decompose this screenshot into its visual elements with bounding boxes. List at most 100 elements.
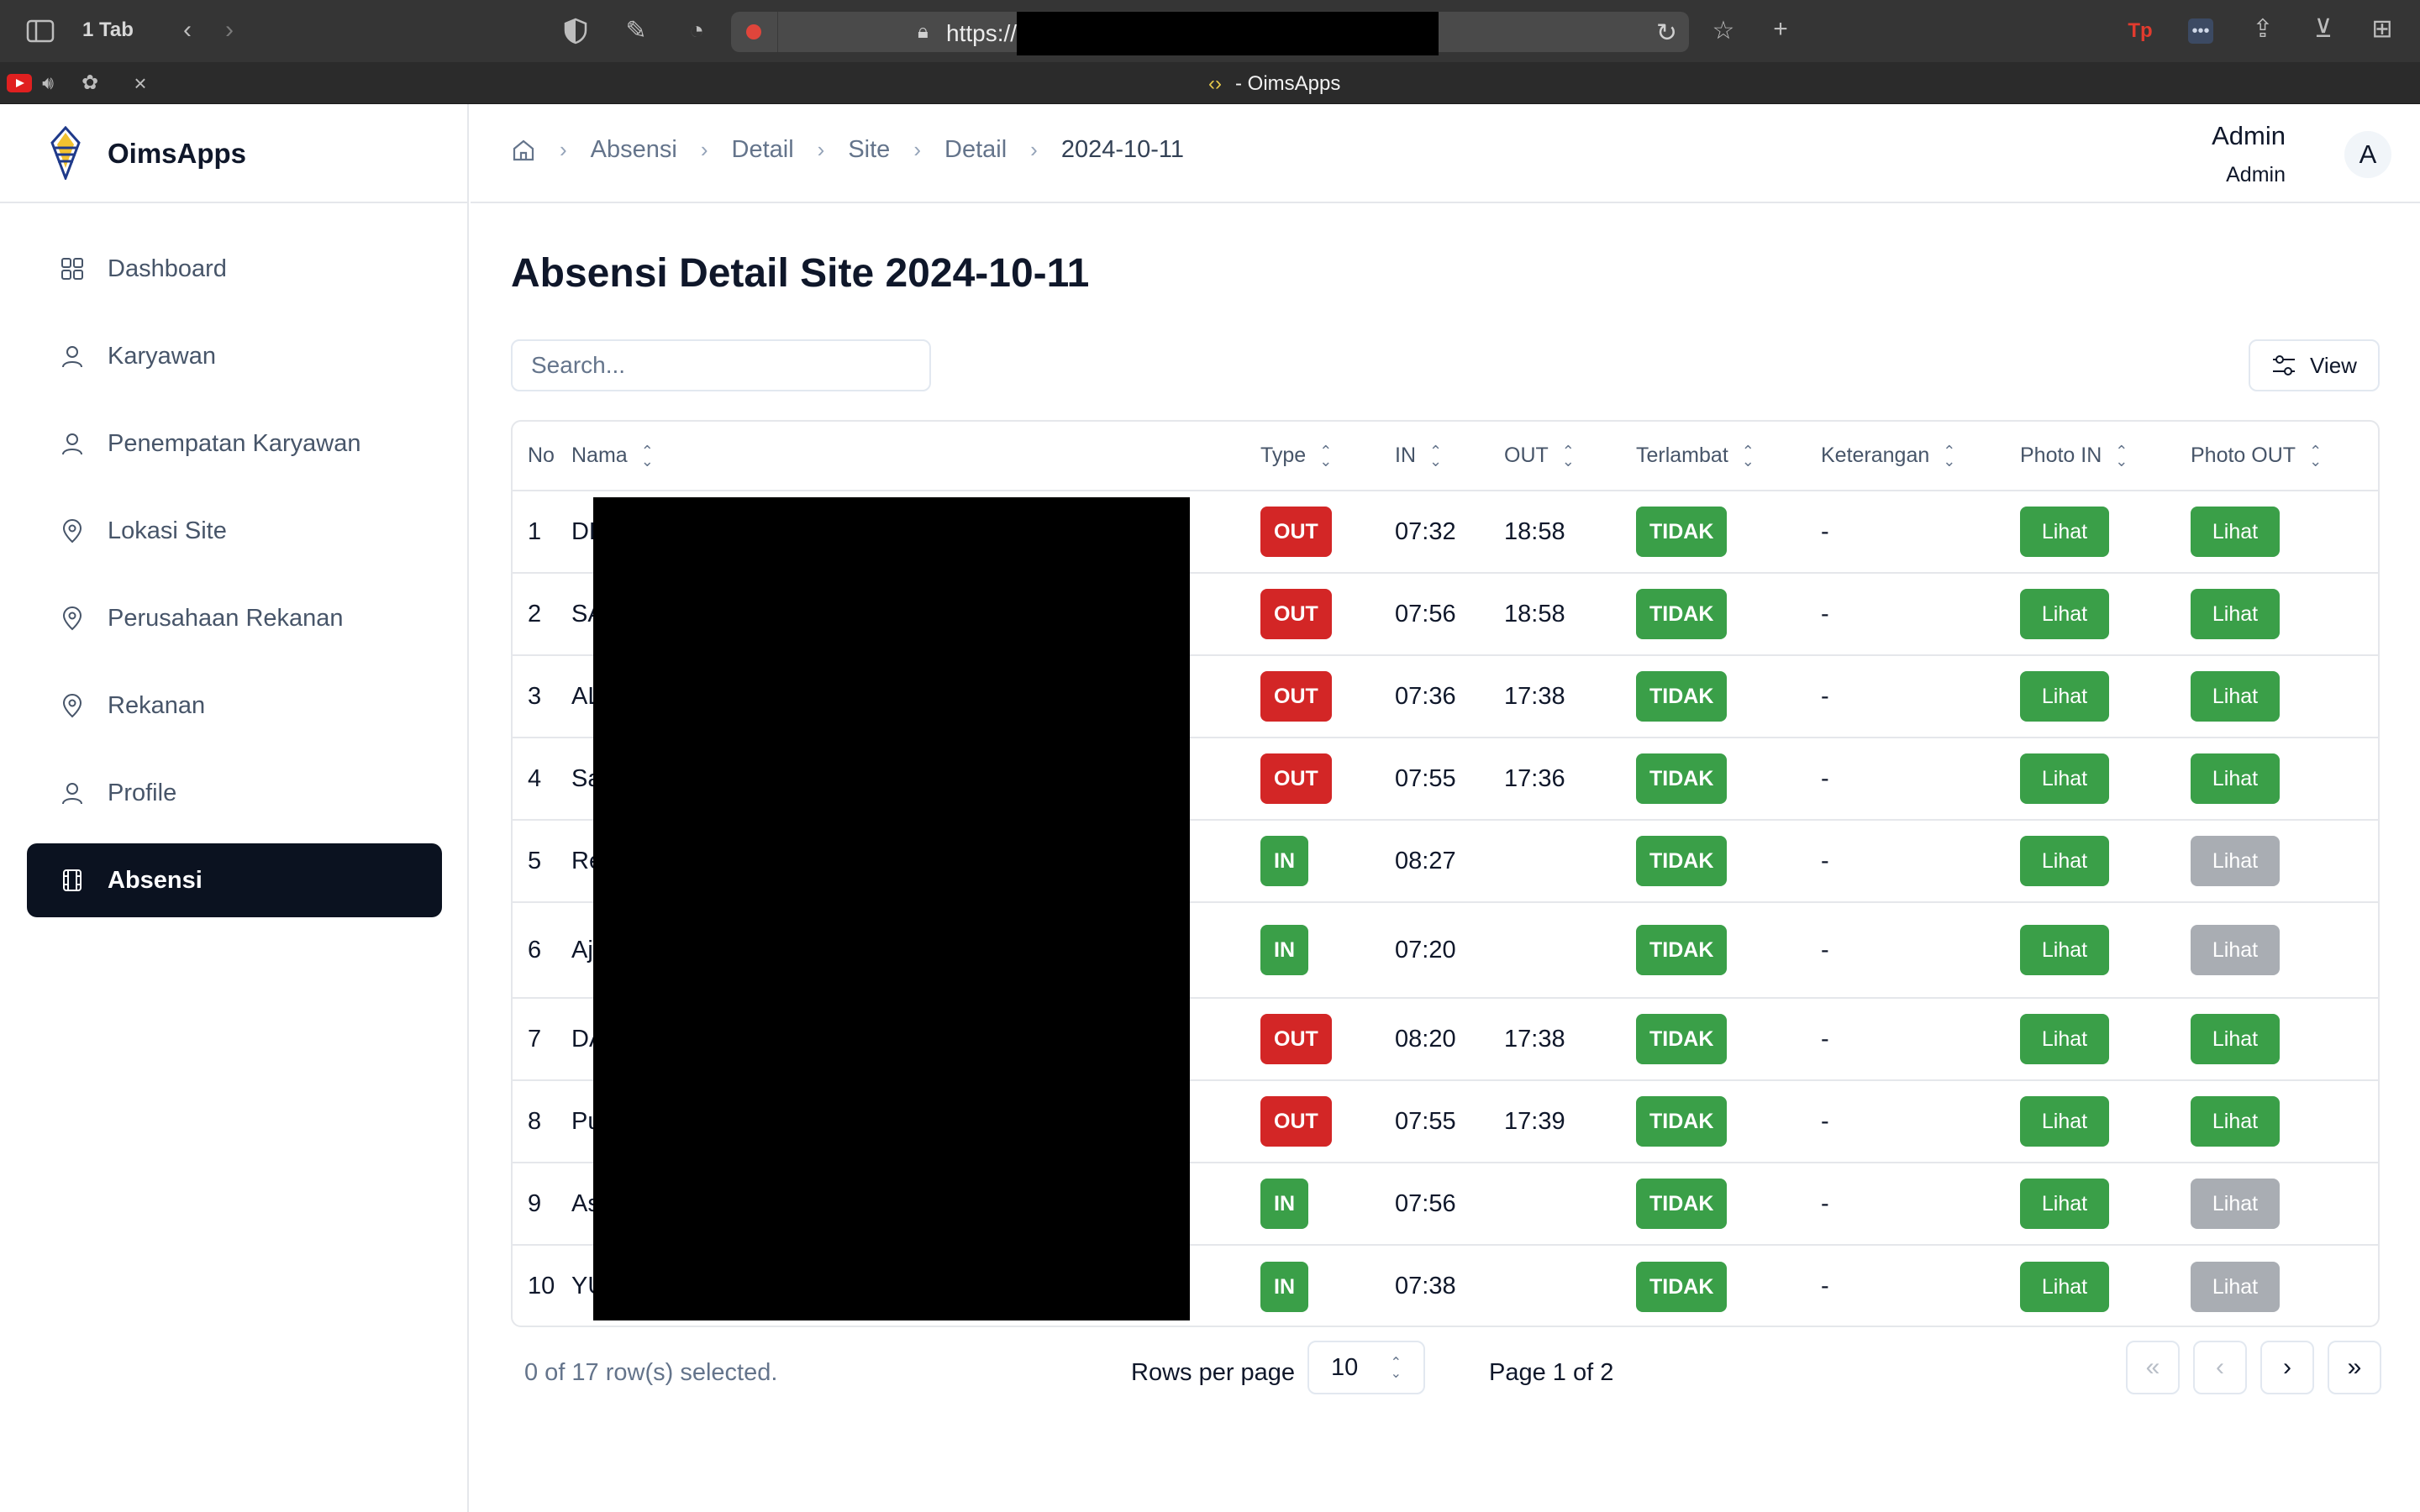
view-photo-out-button[interactable]: Lihat [2191,753,2280,804]
sort-icon[interactable]: ⌃ ⌄ [1742,444,1754,470]
cell-photo-in: Lihat [2020,491,2191,574]
header-label: OUT [1504,444,1549,467]
share-icon[interactable]: ⇪ [2249,15,2277,44]
view-photo-in-button[interactable]: Lihat [2020,925,2109,975]
tab-overview-icon[interactable]: ⊞ [2368,15,2396,44]
view-photo-in-button[interactable]: Lihat [2020,1179,2109,1229]
view-photo-in-button[interactable]: Lihat [2020,753,2109,804]
view-photo-in-button[interactable]: Lihat [2020,1014,2109,1064]
col-header-in[interactable]: IN ⌃ ⌄ [1395,422,1504,491]
view-options-button[interactable]: View [2249,339,2380,391]
type-badge: IN [1260,925,1308,975]
tab-title[interactable]: - OimsApps [1235,72,1340,96]
view-photo-in-button[interactable]: Lihat [2020,1261,2109,1312]
cell-photo-out: Lihat [2191,491,2378,574]
col-header-keterangan[interactable]: Keterangan ⌃ ⌄ [1821,422,2020,491]
sidebar-item-penempatan-karyawan[interactable]: Penempatan Karyawan [27,407,442,480]
sort-icon[interactable]: ⌃ ⌄ [1319,444,1332,470]
sidebar-item-profile[interactable]: Profile [27,756,442,830]
view-photo-out-button[interactable]: Lihat [2191,1096,2280,1147]
new-tab-icon[interactable]: + [1766,15,1795,44]
col-header-photo-in[interactable]: Photo IN ⌃ ⌄ [2020,422,2191,491]
first-page-button[interactable]: « [2126,1341,2180,1394]
view-photo-out-button[interactable]: Lihat [2191,671,2280,722]
sidebar-toggle-icon[interactable] [25,18,55,44]
shield-icon[interactable] [561,17,590,45]
late-status-badge: TIDAK [1636,1261,1728,1312]
late-status-badge: TIDAK [1636,1014,1728,1064]
sort-icon[interactable]: ⌃ ⌄ [2309,444,2322,470]
cell-in: 07:38 [1395,1245,1504,1326]
col-header-type[interactable]: Type ⌃ ⌄ [1260,422,1395,491]
more-extension-icon[interactable]: ••• [2188,18,2213,44]
view-photo-out-button[interactable]: Lihat [2191,1014,2280,1064]
brand[interactable]: OimsApps [0,104,469,203]
cell-photo-in: Lihat [2020,573,2191,656]
sort-icon[interactable]: ⌃ ⌄ [2115,444,2128,470]
view-photo-in-button[interactable]: Lihat [2020,671,2109,722]
col-header-nama[interactable]: Nama ⌃ ⌄ [571,422,1260,491]
extension-icon[interactable]: ✎ [622,17,650,45]
back-icon[interactable]: ‹ [175,17,200,44]
view-photo-out-button[interactable]: Lihat [2191,507,2280,557]
sidebar-item-absensi[interactable]: Absensi [27,843,442,917]
time-in: 07:20 [1395,936,1456,963]
time-out: 17:38 [1504,1025,1565,1053]
last-page-button[interactable]: » [2328,1341,2381,1394]
breadcrumb-item[interactable]: Detail [944,136,1007,164]
speaker-icon[interactable]: 🔊︎ [35,71,60,96]
sort-icon[interactable]: ⌃ ⌄ [1429,444,1442,470]
cell-keterangan: - [1821,1245,2020,1326]
col-header-terlambat[interactable]: Terlambat ⌃ ⌄ [1636,422,1821,491]
sort-icon[interactable]: ⌃ ⌄ [641,444,654,470]
cell-in: 08:20 [1395,998,1504,1081]
sort-icon[interactable]: ⌃ ⌄ [1562,444,1575,470]
time-in: 07:56 [1395,600,1456,627]
address-bar[interactable]: 🔒︎ https:// ↻ [731,12,1689,55]
col-header-out[interactable]: OUT ⌃ ⌄ [1504,422,1636,491]
view-photo-in-button[interactable]: Lihat [2020,507,2109,557]
download-icon[interactable]: ⊻ [2309,15,2338,44]
next-page-button[interactable]: › [2260,1341,2314,1394]
sidebar-item-lokasi-site[interactable]: Lokasi Site [27,494,442,568]
view-photo-in-button[interactable]: Lihat [2020,1096,2109,1147]
search-input[interactable] [511,339,931,391]
home-icon[interactable] [511,138,536,163]
row-number: 10 [528,1273,555,1299]
close-tab-icon[interactable]: × [128,71,153,96]
col-header-photo-out[interactable]: Photo OUT ⌃ ⌄ [2191,422,2378,491]
cell-type: OUT [1260,491,1395,574]
url-text[interactable]: https:// [946,20,1017,47]
record-button[interactable] [731,12,778,52]
code-icon: ‹› [1208,72,1222,95]
breadcrumb-item[interactable]: Absensi [591,136,677,164]
bookmark-star-icon[interactable]: ☆ [1709,17,1738,45]
tp-extension-icon[interactable]: Tp [2126,17,2154,45]
sort-icon[interactable]: ⌃ ⌄ [1943,444,1955,470]
breadcrumb-item[interactable]: Site [848,136,890,164]
view-photo-out-button[interactable]: Lihat [2191,589,2280,639]
view-photo-in-button[interactable]: Lihat [2020,589,2109,639]
avatar[interactable]: A [2344,131,2391,178]
cell-in: 07:32 [1395,491,1504,574]
chevron-right-icon: › [700,137,708,162]
openai-icon[interactable]: ✿ [77,71,103,96]
sidebar-item-dashboard[interactable]: Dashboard [27,232,442,306]
cell-terlambat: TIDAK [1636,491,1821,574]
sidebar-item-rekanan[interactable]: Rekanan [27,669,442,743]
rows-per-page-select[interactable]: 10 ⌃ ⌄ [1307,1341,1425,1394]
prev-page-button[interactable]: ‹ [2193,1341,2247,1394]
view-photo-in-button[interactable]: Lihat [2020,836,2109,886]
cell-keterangan: - [1821,491,2020,574]
cell-in: 07:20 [1395,902,1504,999]
row-number: 4 [528,764,542,792]
breadcrumb-item[interactable]: Detail [732,136,794,164]
forward-icon[interactable]: › [217,17,242,44]
user-role: Admin [2226,163,2286,186]
sidebar-item-karyawan[interactable]: Karyawan [27,319,442,393]
tab-count[interactable]: 1 Tab [82,18,134,42]
sidebar-item-perusahaan-rekanan[interactable]: Perusahaan Rekanan [27,581,442,655]
reload-icon[interactable]: ↻ [1656,18,1677,48]
clock-icon[interactable]: ◔ [682,17,711,45]
cell-no: 7 [513,998,571,1081]
